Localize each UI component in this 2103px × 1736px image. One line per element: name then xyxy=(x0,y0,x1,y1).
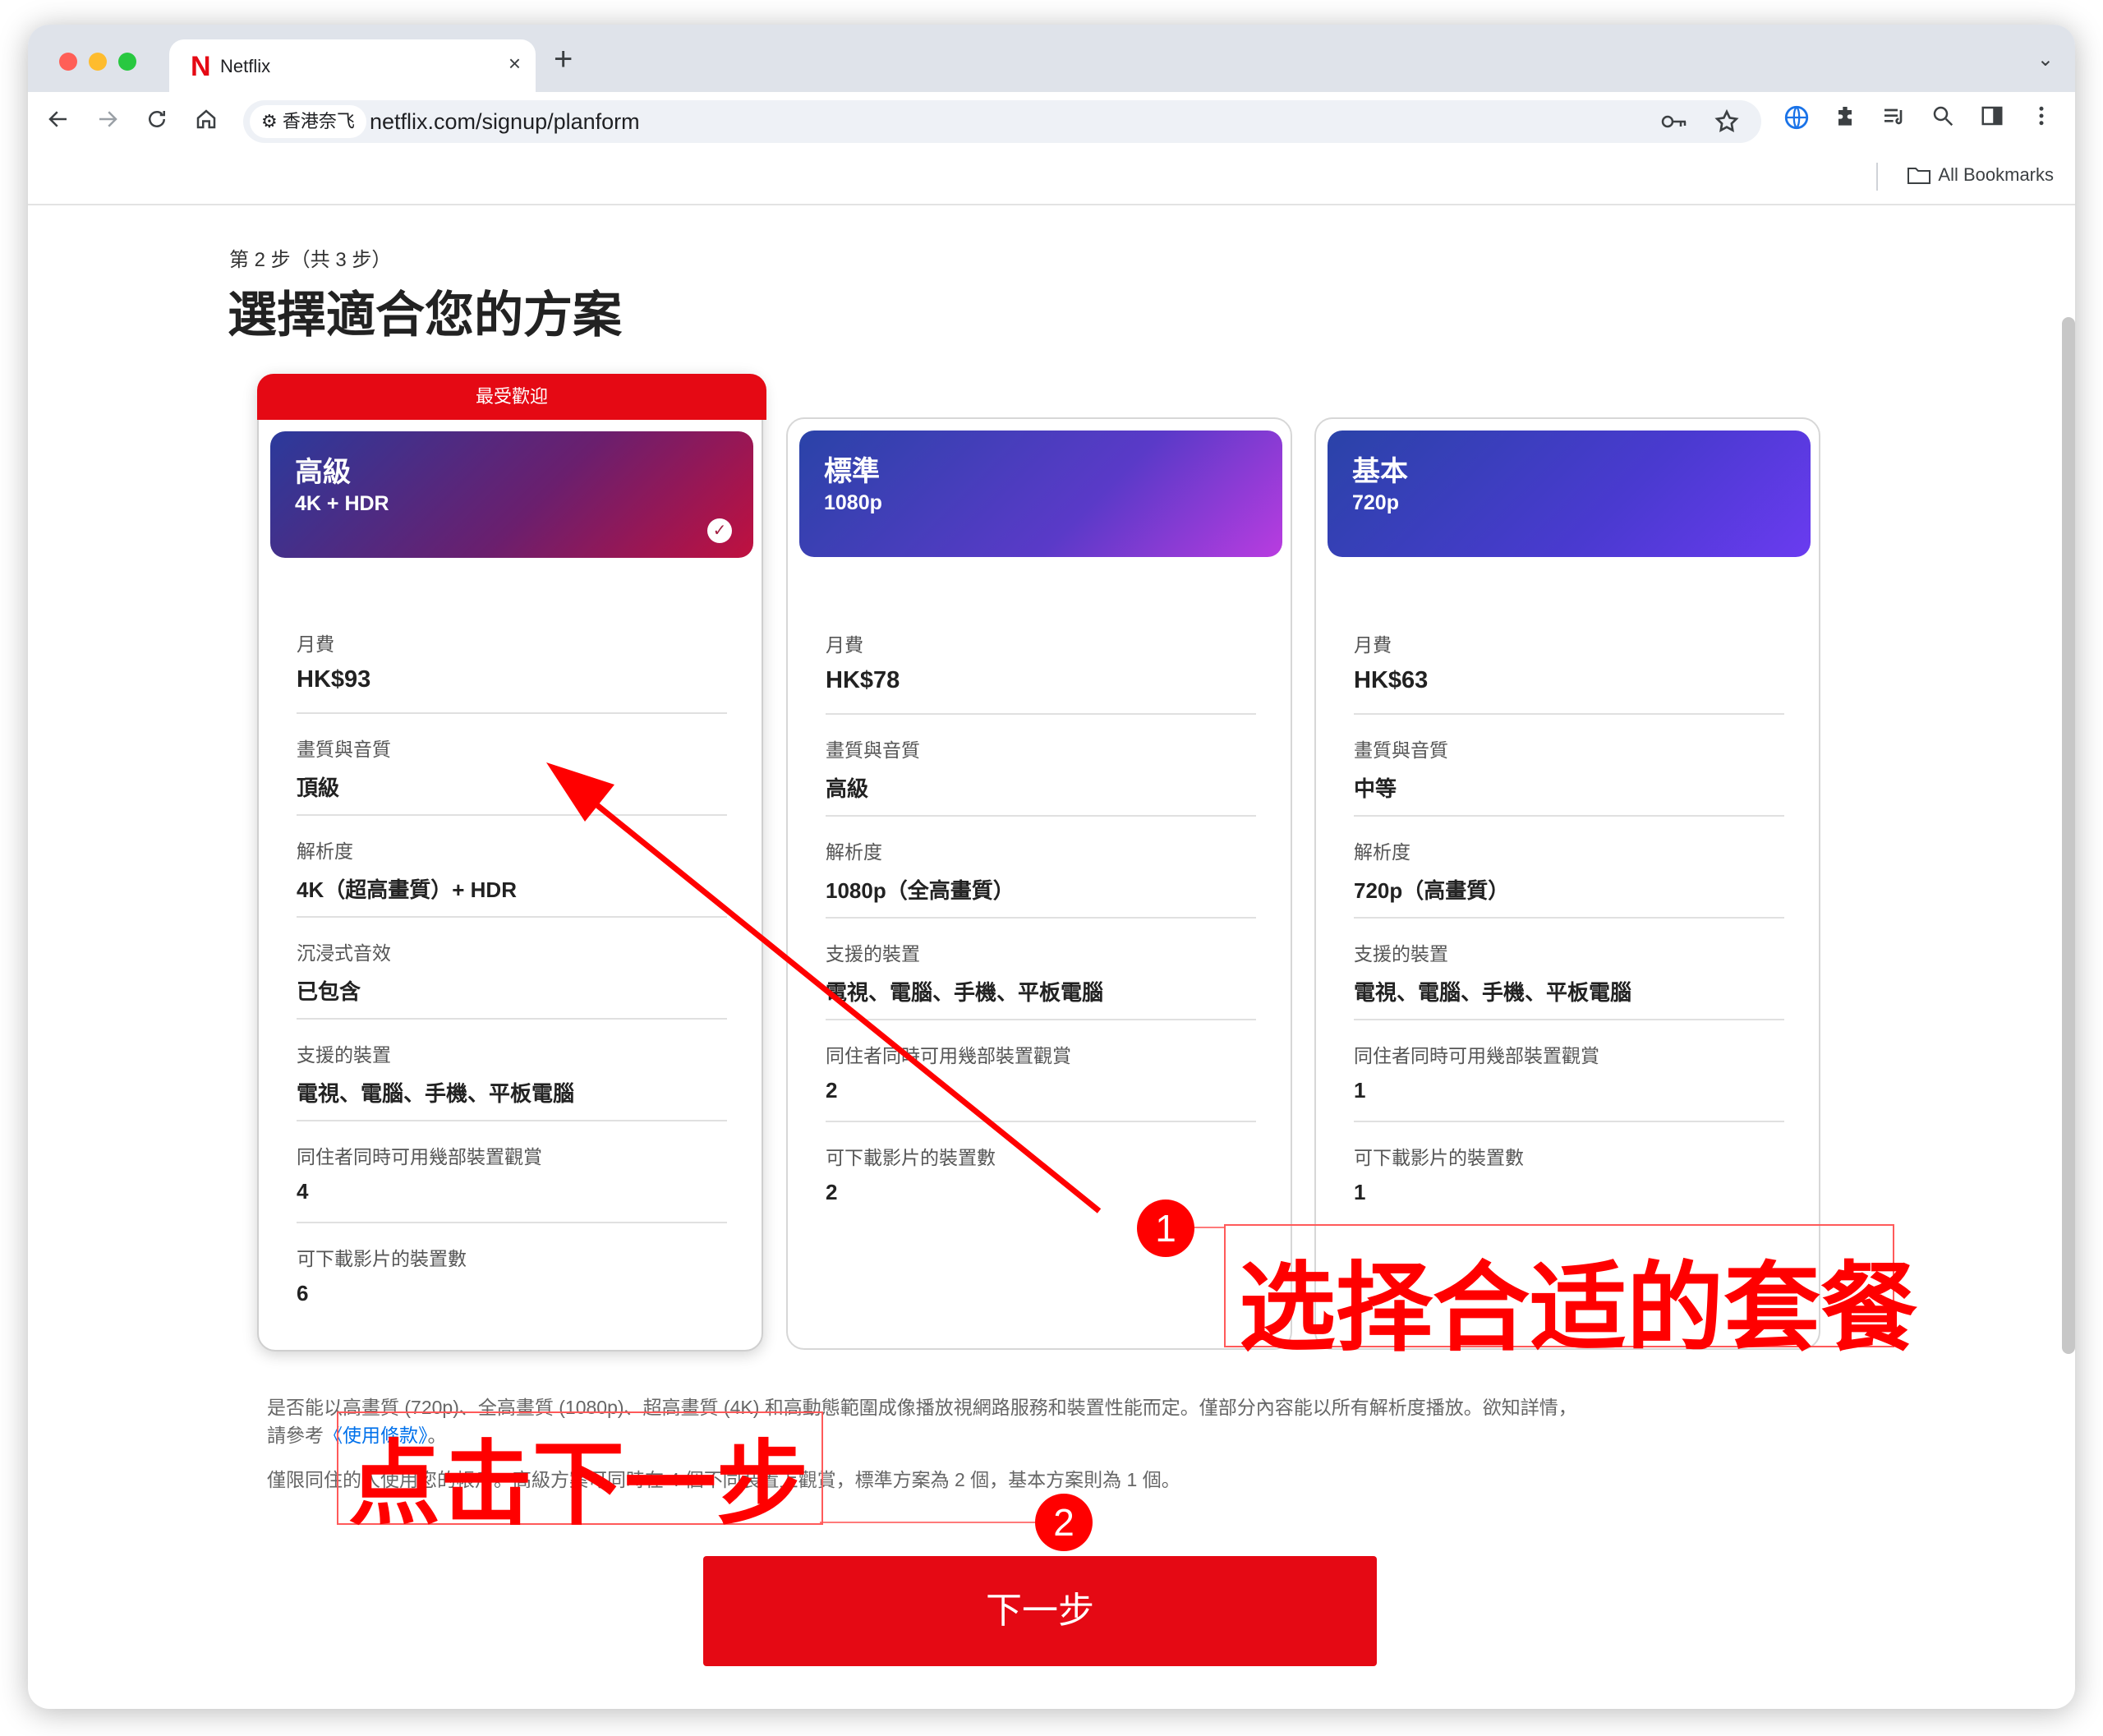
annotation-badge-1: 1 xyxy=(1137,1200,1194,1257)
annotation-callout-1-text: 选择合适的套餐 xyxy=(1239,1255,1918,1363)
annotation-overlay xyxy=(546,762,1224,1523)
annotation-callout-2-text: 点击下一步 xyxy=(348,1433,808,1536)
annotation-badge-2: 2 xyxy=(1035,1494,1093,1551)
annotation-arrow-line xyxy=(582,793,1102,1213)
